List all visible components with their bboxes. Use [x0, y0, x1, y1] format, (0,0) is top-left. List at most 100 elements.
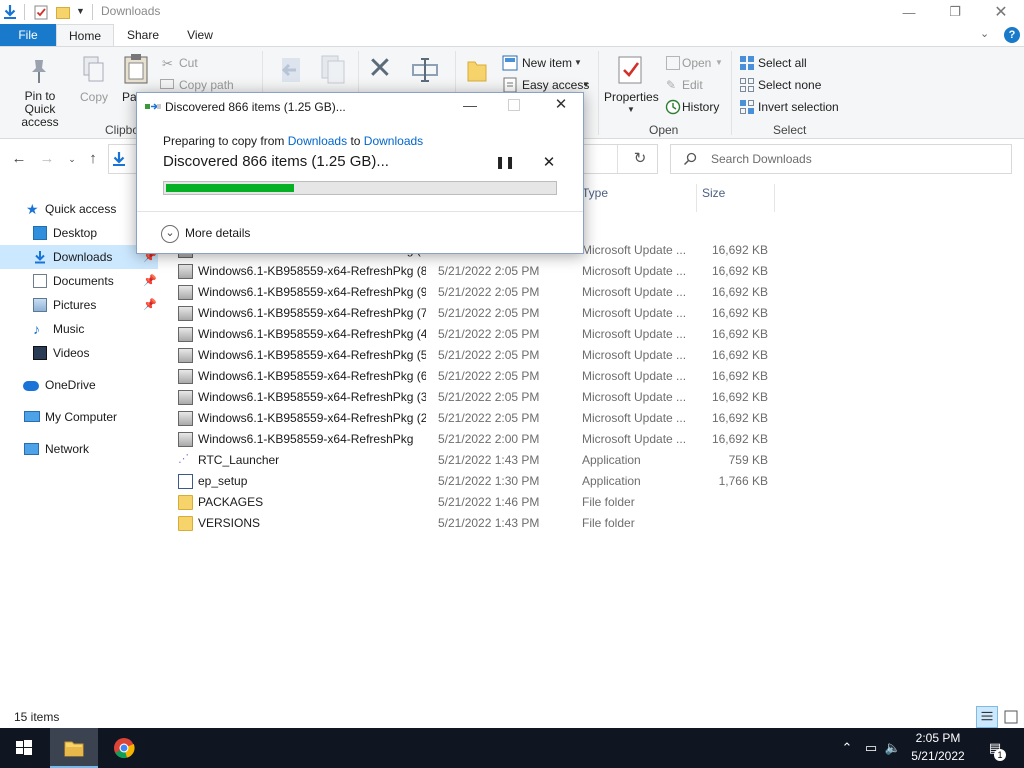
new-folder-icon[interactable] [466, 57, 488, 83]
recent-locations-icon[interactable]: ⌄ [62, 149, 82, 169]
dialog-title: Discovered 866 items (1.25 GB)... [165, 100, 346, 114]
dialog-minimize-button[interactable]: — [463, 97, 477, 113]
sidebar-item-music[interactable]: ♪ Music [0, 317, 158, 341]
sidebar-item-quick-access[interactable]: ★ Quick access [0, 197, 158, 221]
delete-icon[interactable]: ✕ [366, 54, 394, 84]
cut-button[interactable]: Cut [179, 56, 198, 70]
more-details-toggle[interactable]: ⌄ More details [161, 222, 250, 244]
properties-check-icon[interactable] [33, 4, 49, 20]
sidebar-item-network[interactable]: Network [0, 437, 158, 461]
copy-progress-bar [163, 181, 557, 195]
destination-folder-link[interactable]: Downloads [364, 134, 423, 148]
new-folder-icon[interactable] [55, 4, 71, 20]
sidebar-item-videos[interactable]: Videos [0, 341, 158, 365]
search-input[interactable]: Search Downloads [711, 152, 812, 166]
pause-icon[interactable]: ❚❚ [495, 155, 515, 171]
customize-toolbar-icon[interactable]: ▼ [76, 6, 86, 18]
chevron-up-icon[interactable]: ⌃ [838, 739, 856, 757]
edit-button[interactable]: Edit [682, 78, 703, 92]
star-icon: ★ [26, 201, 39, 217]
search-box[interactable]: Search Downloads [670, 144, 1012, 174]
file-date: 5/21/2022 2:00 PM [438, 432, 540, 446]
table-row[interactable]: ⋰ RTC_Launcher 5/21/2022 1:43 PM Applica… [170, 450, 790, 471]
table-row[interactable]: Windows6.1-KB958559-x64-RefreshPkg (4) 5… [170, 324, 790, 345]
divider [598, 51, 599, 135]
up-arrow-icon[interactable]: ↑ [83, 149, 103, 169]
paste-button-label[interactable]: Pa [122, 90, 137, 104]
easy-access-button[interactable]: Easy access [522, 78, 589, 92]
forward-arrow-icon[interactable]: → [37, 149, 57, 169]
close-button[interactable]: ✕ [978, 0, 1024, 24]
properties-button[interactable]: Properties [604, 90, 659, 104]
dialog-maximize-button[interactable] [508, 99, 520, 111]
select-none-button[interactable]: Select none [758, 78, 821, 92]
copy-path-button[interactable]: Copy path [179, 78, 234, 92]
table-row[interactable]: Windows6.1-KB958559-x64-RefreshPkg (3) 5… [170, 387, 790, 408]
package-file-icon [178, 348, 193, 363]
table-row[interactable]: Windows6.1-KB958559-x64-RefreshPkg (2) 5… [170, 408, 790, 429]
restore-button[interactable]: ❐ [932, 0, 978, 24]
details-view-icon[interactable] [976, 706, 998, 728]
column-divider[interactable] [774, 184, 775, 212]
file-date: 5/21/2022 2:05 PM [438, 264, 540, 278]
tab-home[interactable]: Home [56, 24, 114, 46]
network-icon[interactable]: ▭ [862, 739, 880, 757]
file-name: Windows6.1-KB958559-x64-RefreshPkg (7) [198, 306, 426, 320]
tab-file[interactable]: File [0, 24, 56, 46]
table-row[interactable]: VERSIONS 5/21/2022 1:43 PM File folder [170, 513, 790, 534]
history-button[interactable]: History [682, 100, 719, 114]
clock-date[interactable]: 5/21/2022 [900, 749, 976, 763]
open-button[interactable]: Open [682, 56, 711, 70]
table-row[interactable]: Windows6.1-KB958559-x64-RefreshPkg (6) 5… [170, 366, 790, 387]
sidebar-item-documents[interactable]: Documents 📌 [0, 269, 158, 293]
sidebar-item-my-computer[interactable]: My Computer [0, 405, 158, 429]
copy-to-icon[interactable] [318, 53, 348, 85]
column-header-size[interactable]: Size [702, 186, 725, 212]
sidebar-item-label: Videos [53, 346, 90, 360]
invert-selection-button[interactable]: Invert selection [758, 100, 839, 114]
source-folder-link[interactable]: Downloads [288, 134, 347, 148]
sidebar-item-pictures[interactable]: Pictures 📌 [0, 293, 158, 317]
minimize-button[interactable]: — [886, 0, 932, 24]
table-row[interactable]: Windows6.1-KB958559-x64-RefreshPkg (9) 5… [170, 282, 790, 303]
sidebar-item-onedrive[interactable]: OneDrive [0, 373, 158, 397]
new-item-button[interactable]: New item [522, 56, 572, 70]
select-all-button[interactable]: Select all [758, 56, 807, 70]
paste-icon[interactable] [122, 53, 150, 85]
tab-view[interactable]: View [172, 24, 228, 46]
rename-icon[interactable] [410, 55, 440, 85]
column-header-type[interactable]: Type [582, 186, 608, 212]
table-row[interactable]: Windows6.1-KB958559-x64-RefreshPkg (8) 5… [170, 261, 790, 282]
column-divider[interactable] [696, 184, 697, 212]
properties-icon[interactable] [616, 55, 644, 85]
refresh-icon[interactable]: ↻ [631, 150, 649, 168]
copy-button-label[interactable]: Copy [80, 90, 108, 104]
tab-share[interactable]: Share [114, 24, 172, 46]
cancel-copy-icon[interactable]: ✕ [541, 153, 557, 171]
download-arrow-icon[interactable] [2, 4, 18, 20]
large-icons-view-icon[interactable] [1000, 706, 1022, 728]
back-arrow-icon[interactable]: ← [9, 149, 29, 169]
file-explorer-taskbar-button[interactable] [50, 728, 98, 768]
easy-access-icon [503, 77, 517, 93]
sidebar-item-desktop[interactable]: Desktop [0, 221, 158, 245]
help-icon[interactable]: ? [1004, 27, 1020, 43]
table-row[interactable]: Windows6.1-KB958559-x64-RefreshPkg 5/21/… [170, 429, 790, 450]
chrome-taskbar-button[interactable] [100, 728, 148, 768]
windows-start-icon[interactable] [0, 728, 48, 768]
table-row[interactable]: PACKAGES 5/21/2022 1:46 PM File folder [170, 492, 790, 513]
table-row[interactable]: Windows6.1-KB958559-x64-RefreshPkg (5) 5… [170, 345, 790, 366]
clock-time[interactable]: 2:05 PM [900, 731, 976, 745]
pin-to-quick-access-button[interactable]: Pin to Quick access [8, 90, 72, 129]
copy-icon[interactable] [80, 55, 106, 85]
table-row[interactable]: ep_setup 5/21/2022 1:30 PM Application 1… [170, 471, 790, 492]
file-name: Windows6.1-KB958559-x64-RefreshPkg (2) [198, 411, 426, 425]
chevron-down-icon[interactable]: ⌄ [980, 27, 994, 43]
move-to-icon[interactable] [276, 55, 306, 85]
table-row[interactable]: Windows6.1-KB958559-x64-RefreshPkg (7) 5… [170, 303, 790, 324]
notification-count-badge: 1 [994, 749, 1006, 761]
dialog-close-button[interactable]: ✕ [553, 95, 569, 113]
sidebar-item-downloads[interactable]: Downloads 📌 [0, 245, 158, 269]
file-date: 5/21/2022 2:05 PM [438, 306, 540, 320]
pin-icon[interactable] [26, 57, 52, 85]
